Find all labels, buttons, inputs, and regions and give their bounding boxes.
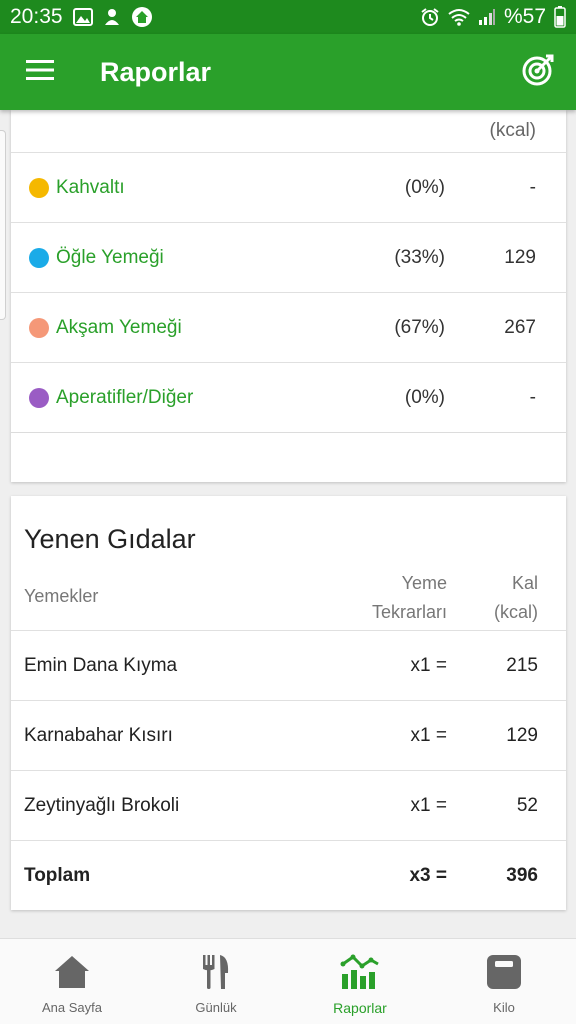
gallery-icon bbox=[72, 8, 93, 26]
lunch-color-dot bbox=[29, 247, 49, 268]
meal-table: (kcal) Kahvaltı (0%) - Öğle Yemeği (33%)… bbox=[11, 110, 566, 433]
signal-icon bbox=[478, 8, 496, 26]
meal-kcal: 267 bbox=[504, 316, 536, 338]
repeats-column-header: Yeme Tekrarları bbox=[372, 569, 447, 627]
nav-item-home[interactable]: Ana Sayfa bbox=[0, 939, 144, 1024]
nav-item-reports[interactable]: Raporlar bbox=[288, 939, 432, 1024]
app-bar: Raporlar bbox=[0, 34, 576, 110]
home-icon bbox=[52, 952, 92, 992]
meal-row-dinner[interactable]: Akşam Yemeği (67%) 267 bbox=[11, 293, 566, 363]
total-kcal: 396 bbox=[506, 864, 538, 886]
food-row[interactable]: Zeytinyağlı Brokoli x1 = 52 bbox=[11, 770, 566, 840]
foods-table: Emin Dana Kıyma x1 = 215 Karnabahar Kısı… bbox=[11, 630, 566, 910]
meal-distribution-card: (kcal) Kahvaltı (0%) - Öğle Yemeği (33%)… bbox=[11, 110, 566, 482]
meal-name: Aperatifler/Diğer bbox=[56, 387, 194, 408]
kcal-column-header: Kal (kcal) bbox=[494, 569, 538, 627]
kcal-column-header: (kcal) bbox=[11, 110, 566, 153]
meal-row-lunch[interactable]: Öğle Yemeği (33%) 129 bbox=[11, 223, 566, 293]
battery-percent: %57 bbox=[503, 5, 546, 28]
foods-column-header: Yemekler bbox=[24, 586, 99, 606]
total-label: Toplam bbox=[24, 864, 91, 886]
meal-percent: (67%) bbox=[394, 316, 445, 338]
meal-percent: (33%) bbox=[394, 246, 445, 268]
eaten-foods-card: Yenen Gıdalar Yemekler Yeme Tekrarları K… bbox=[11, 496, 566, 910]
nav-item-weight[interactable]: Kilo bbox=[432, 939, 576, 1024]
meal-kcal: 129 bbox=[504, 246, 536, 268]
kcal-header-label: (kcal) bbox=[489, 120, 536, 141]
food-name: Zeytinyağlı Brokoli bbox=[24, 794, 180, 816]
meal-kcal: - bbox=[529, 387, 536, 408]
home-app-icon bbox=[131, 6, 153, 28]
food-kcal: 129 bbox=[506, 724, 538, 746]
total-row: Toplam x3 = 396 bbox=[11, 840, 566, 910]
snacks-color-dot bbox=[29, 388, 49, 408]
meal-name: Öğle Yemeği bbox=[56, 246, 164, 268]
kcal-header-line1: Kal bbox=[511, 573, 538, 593]
nav-label: Ana Sayfa bbox=[42, 1000, 102, 1015]
kcal-header-line2: (kcal) bbox=[494, 602, 538, 622]
hamburger-icon bbox=[26, 59, 54, 86]
meal-row-breakfast[interactable]: Kahvaltı (0%) - bbox=[11, 153, 566, 223]
meal-row-snacks[interactable]: Aperatifler/Diğer (0%) - bbox=[11, 363, 566, 433]
wifi-icon bbox=[448, 8, 470, 26]
card-title: Yenen Gıdalar bbox=[24, 524, 196, 554]
repeats-header-line2: Tekrarları bbox=[371, 602, 447, 622]
status-bar: 20:35 %57 bbox=[0, 0, 576, 34]
dinner-color-dot bbox=[29, 317, 49, 338]
nav-label: Raporlar bbox=[333, 1000, 387, 1016]
menu-button[interactable] bbox=[0, 34, 80, 110]
scroll-indicator[interactable] bbox=[0, 130, 6, 320]
nav-item-diary[interactable]: Günlük bbox=[144, 939, 288, 1024]
food-repeat: x1 = bbox=[410, 794, 447, 816]
meal-percent: (0%) bbox=[404, 176, 445, 198]
food-kcal: 215 bbox=[506, 654, 538, 676]
food-name: Emin Dana Kıyma bbox=[24, 654, 178, 676]
food-repeat: x1 = bbox=[410, 724, 447, 746]
meal-name: Akşam Yemeği bbox=[56, 316, 182, 338]
status-time: 20:35 bbox=[10, 5, 63, 28]
scale-icon bbox=[484, 952, 524, 992]
food-row[interactable]: Karnabahar Kısırı x1 = 129 bbox=[11, 700, 566, 770]
meal-percent: (0%) bbox=[404, 387, 445, 408]
chart-icon bbox=[340, 952, 380, 992]
food-name: Karnabahar Kısırı bbox=[24, 724, 173, 746]
battery-icon bbox=[554, 6, 566, 28]
alarm-icon bbox=[420, 7, 440, 27]
nav-label: Kilo bbox=[493, 1000, 515, 1015]
page-title: Raporlar bbox=[100, 56, 212, 87]
nav-label: Günlük bbox=[195, 1000, 237, 1015]
goal-button[interactable] bbox=[500, 34, 576, 110]
food-repeat: x1 = bbox=[410, 654, 447, 676]
target-icon bbox=[521, 53, 555, 92]
fork-knife-icon bbox=[196, 952, 236, 992]
meal-name: Kahvaltı bbox=[56, 176, 125, 198]
food-row[interactable]: Emin Dana Kıyma x1 = 215 bbox=[11, 630, 566, 700]
total-repeat: x3 = bbox=[409, 864, 447, 886]
meal-kcal: - bbox=[529, 176, 536, 198]
bottom-navigation: Ana Sayfa Günlük Raporlar Kilo bbox=[0, 938, 576, 1024]
repeats-header-line1: Yeme bbox=[401, 573, 447, 593]
breakfast-color-dot bbox=[29, 177, 49, 198]
food-kcal: 52 bbox=[516, 794, 538, 816]
notification-app-icon bbox=[103, 7, 121, 27]
